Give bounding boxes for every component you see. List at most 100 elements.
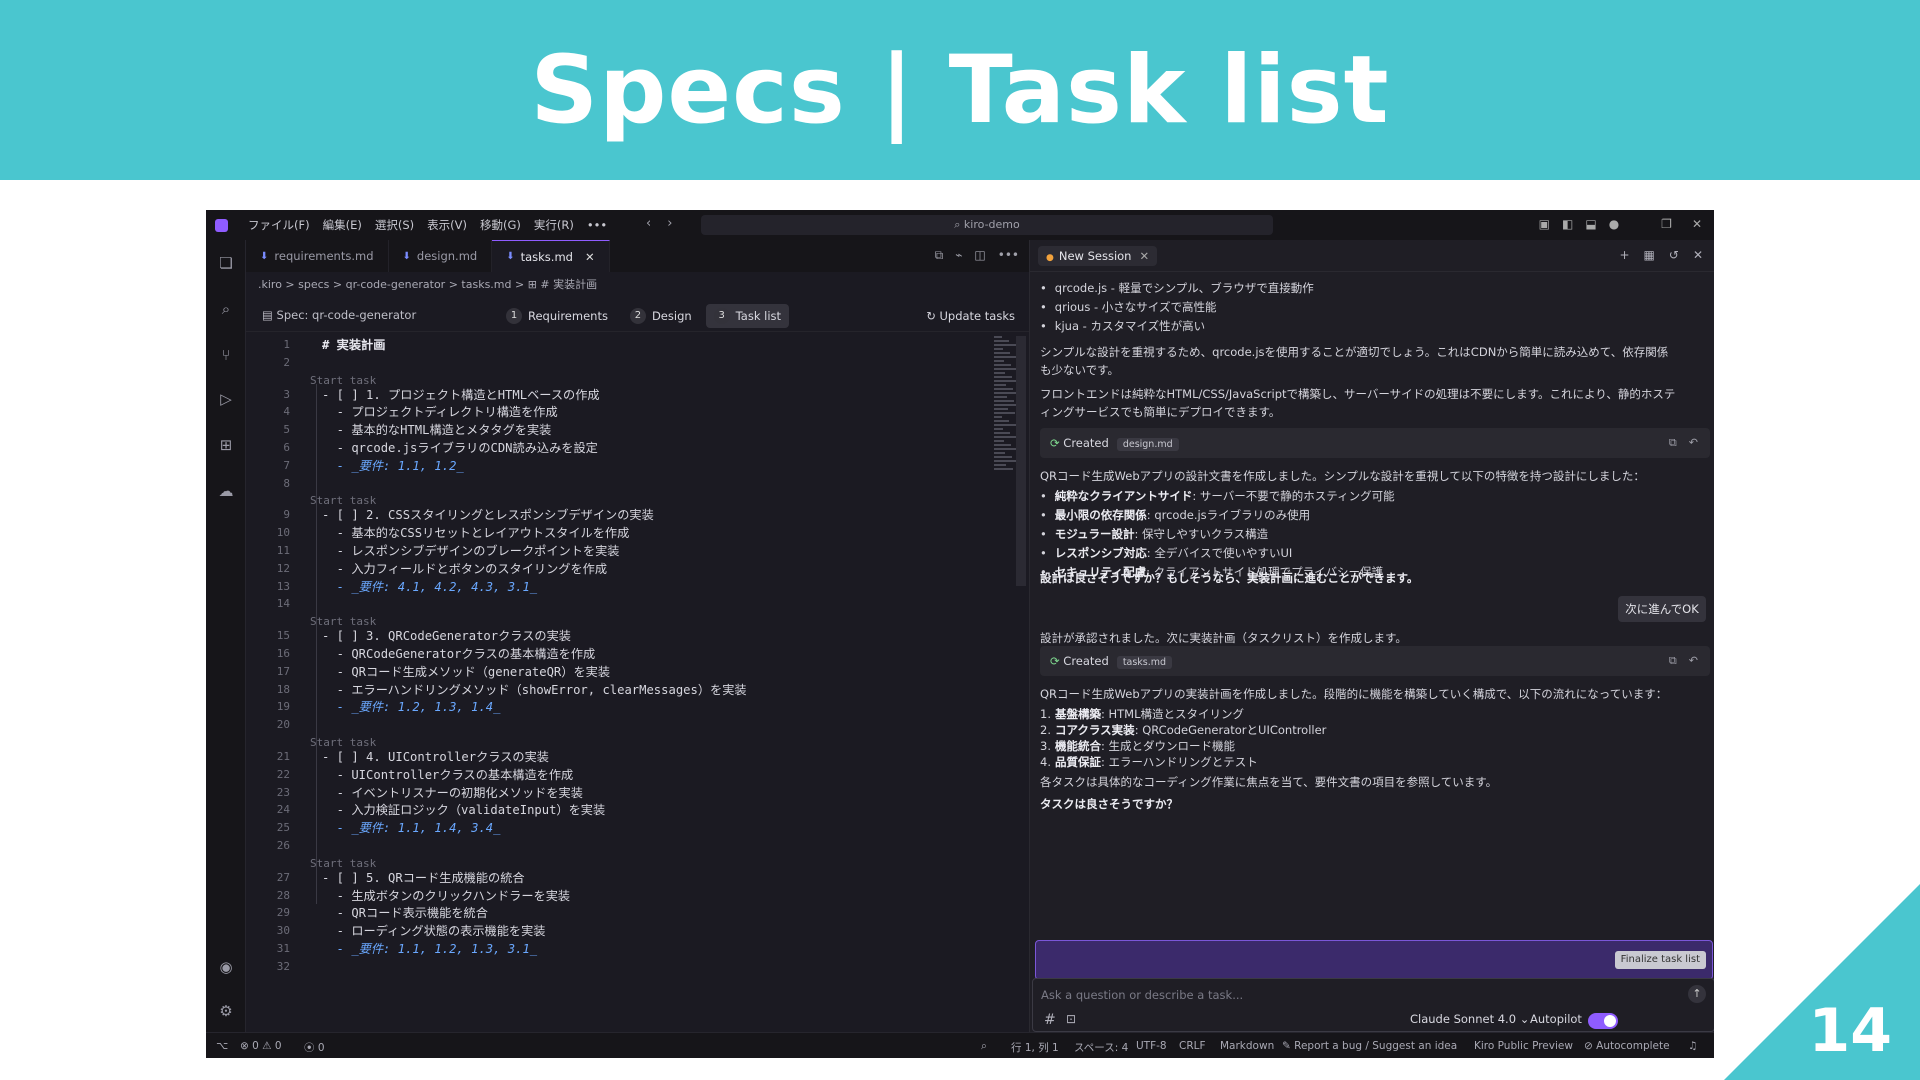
proceed-ok-button[interactable]: 次に進んでOK xyxy=(1618,596,1706,622)
menu-item[interactable]: 移動(G) xyxy=(480,218,521,232)
hash-context-icon[interactable]: # xyxy=(1044,1012,1056,1028)
line-ending[interactable]: CRLF xyxy=(1179,1040,1206,1052)
problems-indicator[interactable]: ⊗ 0 ⚠ 0 xyxy=(240,1040,282,1052)
update-tasks-button[interactable]: ↻ Update tasks xyxy=(926,309,1015,323)
line-number: 19 xyxy=(276,700,290,714)
file-chip[interactable]: design.md xyxy=(1116,438,1179,451)
settings-gear-icon[interactable]: ⚙ xyxy=(217,1002,235,1020)
menu-item[interactable]: 表示(V) xyxy=(427,218,467,232)
tab-tasks[interactable]: ⬇ tasks.md ✕ xyxy=(492,240,610,272)
cursor-position[interactable]: 行 1, 列 1 xyxy=(1011,1040,1059,1055)
view-diff-icon[interactable]: ⧉ xyxy=(1669,436,1677,450)
minimap-line xyxy=(994,424,1016,426)
report-bug-link[interactable]: ✎ Report a bug / Suggest an idea xyxy=(1282,1040,1457,1052)
compare-icon[interactable]: ⌁ xyxy=(955,248,962,263)
close-tab-icon[interactable]: ✕ xyxy=(585,250,595,264)
open-preview-icon[interactable]: ⧉ xyxy=(935,248,944,263)
chat-input[interactable] xyxy=(1041,985,1641,1005)
menu-item[interactable]: ••• xyxy=(587,218,607,232)
history-calendar-icon[interactable]: ▦ xyxy=(1644,248,1655,262)
more-actions-icon[interactable]: ••• xyxy=(998,248,1019,263)
run-debug-icon[interactable]: ▷ xyxy=(217,390,235,408)
close-chat-icon[interactable]: ✕ xyxy=(1693,248,1703,262)
breadcrumb[interactable]: .kiro > specs > qr-code-generator > task… xyxy=(258,276,597,292)
menu-item[interactable]: 編集(E) xyxy=(323,218,362,232)
model-selector[interactable]: Claude Sonnet 4.0 ⌄ xyxy=(1410,1012,1529,1026)
layout-icon[interactable]: ▣ xyxy=(1539,217,1550,231)
created-check-icon: ⟳ xyxy=(1050,654,1064,668)
code-line: 26 xyxy=(246,837,986,855)
encoding[interactable]: UTF-8 xyxy=(1136,1040,1167,1052)
indent-setting[interactable]: スペース: 4 xyxy=(1074,1040,1128,1055)
line-number: 30 xyxy=(276,924,290,938)
history-icon[interactable]: ↺ xyxy=(1669,248,1679,262)
created-file-card[interactable]: ⟳ Created design.md ⧉ ↶ xyxy=(1040,428,1710,458)
autopilot-toggle[interactable] xyxy=(1588,1013,1618,1029)
account-icon[interactable]: ◉ xyxy=(217,958,235,976)
command-search[interactable]: ⌕ kiro-demo xyxy=(701,215,1273,235)
menu-item[interactable]: ファイル(F) xyxy=(248,218,310,232)
session-tab[interactable]: ● New Session ✕ xyxy=(1038,246,1158,266)
library-item: kjua - カスタマイズ性が高い xyxy=(1040,318,1205,334)
code-line: 5 - 基本的なHTML構造とメタタグを実装 xyxy=(246,421,986,439)
restore-icon[interactable]: ❐ xyxy=(1661,217,1672,231)
split-editor-icon[interactable]: ◫ xyxy=(974,248,985,263)
kiro-ghost-icon[interactable]: ☁ xyxy=(217,482,235,500)
tab-design[interactable]: ⬇ design.md xyxy=(389,240,493,272)
source-control-icon[interactable]: ⑂ xyxy=(217,346,235,364)
panel-toggle-icon[interactable]: ⬓ xyxy=(1585,217,1596,231)
code-editor[interactable]: 1 # 実装計画 2 Start task 3- [ ] 1. プロジェクト構造とHTM… xyxy=(246,336,986,1026)
line-text: - [ ] 1. プロジェクト構造とHTMLベースの作成 xyxy=(322,387,600,402)
remote-icon[interactable]: ⌥ xyxy=(216,1040,228,1052)
indent-guide xyxy=(316,488,317,592)
minimap-line xyxy=(994,360,1004,362)
revert-icon[interactable]: ↶ xyxy=(1689,436,1698,450)
code-line: 11 - レスポンシブデザインのブレークポイントを実装 xyxy=(246,542,986,560)
line-number: 12 xyxy=(276,561,290,575)
indent-guide xyxy=(316,800,317,904)
task-step-detail: : エラーハンドリングとテスト xyxy=(1100,755,1258,769)
extensions-icon[interactable]: ⊞ xyxy=(217,436,235,454)
minimap-line xyxy=(994,448,1018,450)
design-feature: レスポンシブ対応: 全デバイスで使いやすいUI xyxy=(1040,545,1293,561)
sidebar-toggle-icon[interactable]: ◧ xyxy=(1562,217,1573,231)
menu-item[interactable]: 選択(S) xyxy=(375,218,414,232)
code-line: 10 - 基本的なCSSリセットとレイアウトスタイルを作成 xyxy=(246,524,986,542)
view-diff-icon[interactable]: ⧉ xyxy=(1669,654,1677,668)
close-session-icon[interactable]: ✕ xyxy=(1139,249,1149,263)
search-status-icon[interactable]: ⌕ xyxy=(981,1040,987,1053)
step-task-list[interactable]: 3 Task list xyxy=(705,304,790,328)
forward-arrow-icon[interactable]: › xyxy=(667,216,672,231)
finalize-task-list-button[interactable]: Finalize task list xyxy=(1614,951,1706,969)
send-icon[interactable]: ↑ xyxy=(1688,985,1706,1003)
revert-icon[interactable]: ↶ xyxy=(1689,654,1698,668)
ports-indicator[interactable]: ⦿ 0 xyxy=(304,1040,325,1055)
line-number: 23 xyxy=(276,785,290,799)
preview-label: Kiro Public Preview xyxy=(1474,1040,1573,1052)
new-session-icon[interactable]: + xyxy=(1619,248,1629,262)
minimap-line xyxy=(994,352,1010,354)
line-number: 3 xyxy=(283,387,290,401)
task-step-number: 4. xyxy=(1040,755,1051,769)
task-step-detail: : QRCodeGeneratorとUIController xyxy=(1134,723,1327,737)
back-arrow-icon[interactable]: ‹ xyxy=(646,216,651,231)
file-chip[interactable]: tasks.md xyxy=(1116,656,1173,669)
image-context-icon[interactable]: ⊡ xyxy=(1066,1012,1076,1026)
tab-label: requirements.md xyxy=(274,249,374,263)
step-requirements[interactable]: 1 Requirements xyxy=(498,304,616,328)
editor-scrollbar[interactable] xyxy=(1016,336,1026,586)
line-text: - _要件: 1.2, 1.3, 1.4_ xyxy=(322,700,501,715)
close-window-icon[interactable]: ✕ xyxy=(1692,217,1702,231)
menu-item[interactable]: 実行(R) xyxy=(534,218,574,232)
explorer-icon[interactable]: ❏ xyxy=(217,254,235,272)
chat-toggle-icon[interactable]: ● xyxy=(1609,217,1619,231)
search-icon[interactable]: ⌕ xyxy=(217,300,235,318)
language-mode[interactable]: Markdown xyxy=(1220,1040,1274,1052)
autocomplete-toggle[interactable]: ⊘ Autocomplete xyxy=(1584,1040,1670,1052)
notifications-bell-icon[interactable]: ♫ xyxy=(1688,1040,1697,1052)
autocomplete-icon: ⊘ xyxy=(1584,1040,1597,1052)
tab-requirements[interactable]: ⬇ requirements.md xyxy=(246,240,389,272)
line-number: 22 xyxy=(276,767,290,781)
created-file-card[interactable]: ⟳ Created tasks.md ⧉ ↶ xyxy=(1040,646,1710,676)
step-design[interactable]: 2 Design xyxy=(622,304,700,328)
